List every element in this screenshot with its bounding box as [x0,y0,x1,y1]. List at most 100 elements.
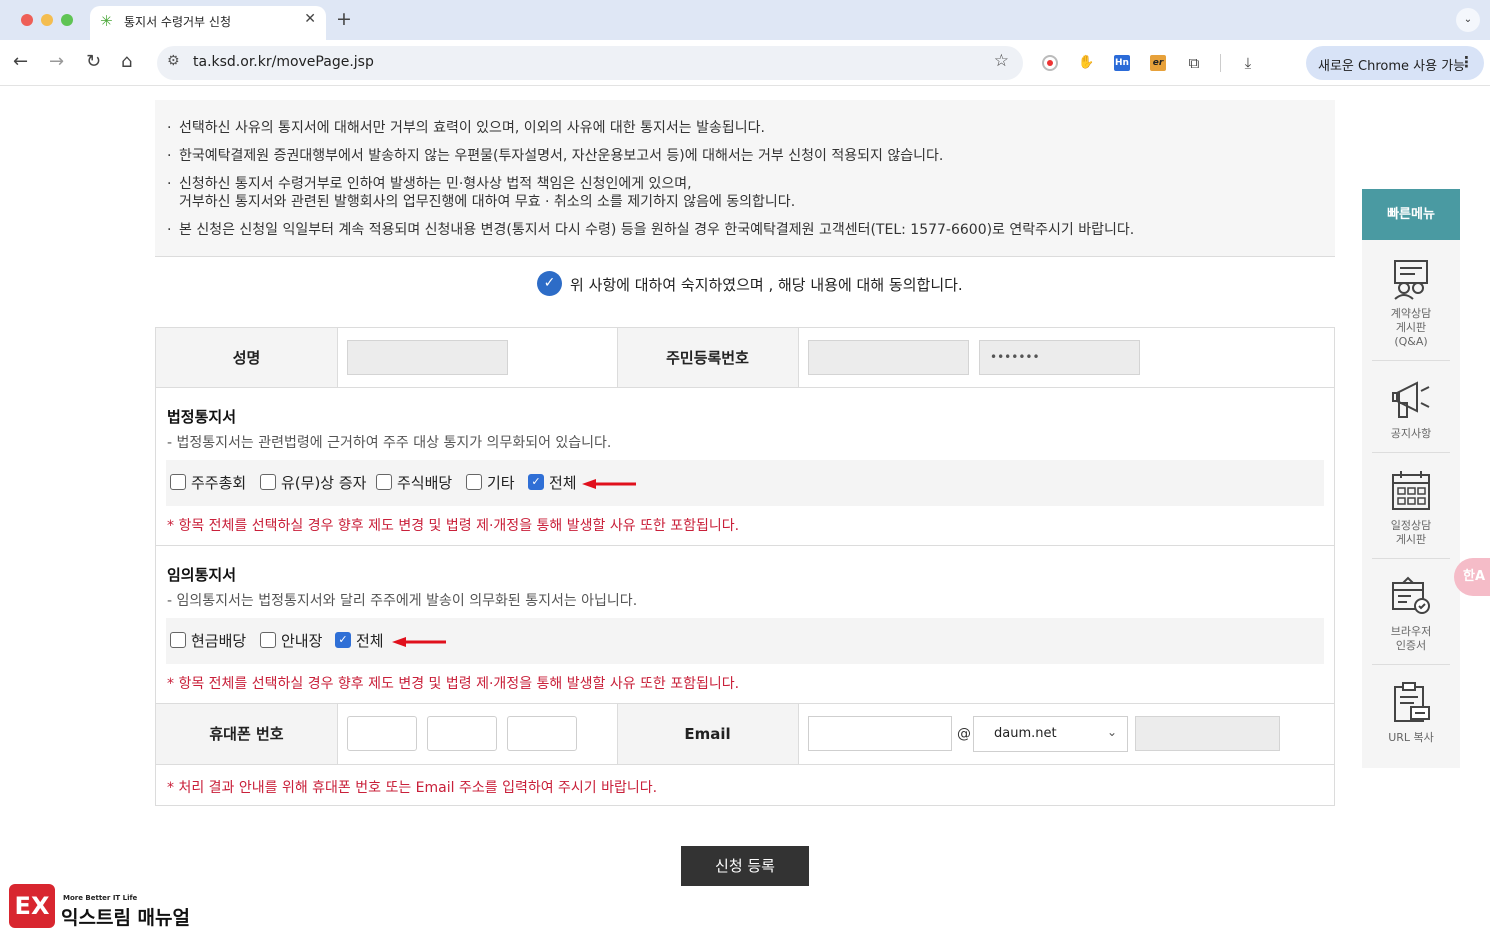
legal-option-shareholder-meeting[interactable]: 주주총회 [170,472,246,492]
minimize-window-button[interactable] [41,14,53,26]
legal-notice-title: 법정통지서 [167,408,237,426]
glove-extension-icon[interactable]: ✋ [1078,55,1094,71]
quick-item-url-copy[interactable]: URL 복사 [1372,681,1450,745]
email-domain-select[interactable]: daum.net ⌄ [973,716,1128,752]
red-arrow-icon [582,479,636,489]
record-extension-icon[interactable] [1042,55,1058,71]
quick-item-browser-certificate[interactable]: 브라우저 인증서 [1372,575,1450,653]
back-arrow-icon[interactable]: ← [13,52,28,72]
option-label: 전체 [356,631,384,650]
browser-tab-active[interactable]: ✳ 통지서 수령거부 신청 ✕ [90,6,326,40]
divider [156,387,1334,388]
more-menu-icon[interactable]: ⋮ [1459,53,1474,71]
option-label: 현금배당 [191,631,247,650]
address-url[interactable]: ta.ksd.or.kr/movePage.jsp [193,54,374,70]
quick-item-notice[interactable]: 공지사항 [1372,377,1450,441]
rrn-back-field[interactable]: ••••••• [979,340,1140,375]
quick-item-label: 공지사항 [1390,427,1432,440]
voluntary-warning: * 항목 전체를 선택하실 경우 향후 제도 변경 및 법령 제·개정을 통해 … [167,676,740,692]
checkbox[interactable] [260,474,276,490]
name-field[interactable] [347,340,508,375]
email-at-sign: @ [957,726,971,742]
forward-arrow-icon[interactable]: → [49,52,64,72]
favicon-icon: ✳ [100,12,113,30]
legal-warning: * 항목 전체를 선택하실 경우 향후 제도 변경 및 법령 제·개정을 통해 … [167,518,740,534]
divider [617,328,618,388]
legal-option-all[interactable]: ✓ 전체 [528,472,577,492]
divider [617,704,618,764]
checkbox[interactable] [170,632,186,648]
legal-option-capital-increase[interactable]: 유(무)상 증자 [260,472,366,492]
quick-menu-title: 빠른메뉴 [1362,189,1460,240]
phone-prefix-input[interactable] [347,716,417,751]
legal-option-stock-dividend[interactable]: 주식배당 [376,472,452,492]
toolbar-divider [1220,54,1221,72]
hn-extension-icon[interactable]: Hn [1114,55,1130,71]
translate-button[interactable]: 한A [1454,558,1490,596]
chevron-down-icon: ⌄ [1106,725,1117,739]
megaphone-icon [1392,381,1430,418]
quick-item-schedule-board[interactable]: 일정상담 게시판 [1372,469,1450,547]
phone-middle-input[interactable] [427,716,497,751]
checkbox[interactable] [260,632,276,648]
application-form: 성명 주민등록번호 ••••••• 법정통지서 - 법정통지서는 관련법령에 근… [155,327,1335,806]
phone-label: 휴대폰 번호 [156,704,337,764]
chrome-update-button[interactable]: 새로운 Chrome 사용 가능 ⋮ [1306,46,1484,80]
tab-search-chevron-icon[interactable]: ⌄ [1456,8,1480,32]
notice-item: · 선택하신 사유의 통지서에 대해서만 거부의 효력이 있으며, 이외의 사유… [167,119,765,137]
quick-item-consult-board[interactable]: 계약상담 게시판 (Q&A) [1372,257,1450,349]
email-domain-value: daum.net [994,726,1057,741]
voluntary-option-guide[interactable]: 안내장 [260,630,322,650]
extensions-puzzle-icon[interactable]: ⧉ [1186,55,1202,71]
name-label: 성명 [156,328,337,388]
voluntary-notice-desc: - 임의통지서는 법정통지서와 달리 주주에게 발송이 의무화된 통지서는 아닙… [167,593,638,609]
bookmark-star-icon[interactable]: ☆ [994,51,1009,71]
email-domain-custom-field[interactable] [1135,716,1280,751]
divider [1372,558,1450,559]
phone-last-input[interactable] [507,716,577,751]
site-info-icon[interactable]: ⚙ [167,53,180,69]
divider [156,764,1334,765]
er-extension-icon[interactable]: er [1150,55,1166,71]
address-bar[interactable]: ⚙ ta.ksd.or.kr/movePage.jsp ☆ [157,46,1023,80]
agree-check-icon[interactable]: ✓ [537,271,562,296]
voluntary-notice-title: 임의통지서 [167,566,237,584]
maximize-window-button[interactable] [61,14,73,26]
checkbox[interactable] [466,474,482,490]
checkbox[interactable] [376,474,392,490]
email-label: Email [617,704,798,764]
browser-toolbar: ← → ↻ ⌂ ⚙ ta.ksd.or.kr/movePage.jsp ☆ ✋ … [0,40,1490,86]
close-window-button[interactable] [21,14,33,26]
divider [798,704,799,764]
new-tab-button[interactable]: + [336,8,352,30]
tab-title: 통지서 수령거부 신청 [124,15,231,29]
checkbox-checked[interactable]: ✓ [335,632,351,648]
option-label: 기타 [487,473,515,492]
quick-item-label: 일정상담 게시판 [1390,519,1432,546]
agree-label: 위 사항에 대하여 숙지하였으며 , 해당 내용에 대해 동의합니다. [570,276,963,294]
logo-mark: EX [9,884,55,928]
calendar-icon [1392,471,1430,510]
notice-item: · 본 신청은 신청일 익일부터 계속 적용되며 신청내용 변경(통지서 다시 … [167,221,1134,239]
voluntary-option-cash-dividend[interactable]: 현금배당 [170,630,246,650]
legal-option-other[interactable]: 기타 [466,472,515,492]
reload-icon[interactable]: ↻ [86,52,101,72]
tab-close-icon[interactable]: ✕ [304,11,316,27]
notice-bullet: · [167,176,172,192]
certificate-icon [1392,576,1430,614]
notice-bullet: · [167,222,172,238]
download-icon[interactable]: ⤓ [1240,55,1256,71]
home-icon[interactable]: ⌂ [121,52,132,72]
submit-button[interactable]: 신청 등록 [681,846,809,886]
clipboard-icon [1394,682,1430,722]
voluntary-option-all[interactable]: ✓ 전체 [335,630,384,650]
divider [798,328,799,388]
logo-name: 익스트림 매뉴얼 [61,907,190,929]
email-id-input[interactable] [808,716,952,751]
checkbox[interactable] [170,474,186,490]
notice-box: · 선택하신 사유의 통지서에 대해서만 거부의 효력이 있으며, 이외의 사유… [155,100,1335,257]
rrn-front-field[interactable] [808,340,969,375]
checkbox-checked[interactable]: ✓ [528,474,544,490]
quick-item-label: 브라우저 인증서 [1390,625,1432,652]
notice-text: 신청하신 통지서 수령거부로 인하여 발생하는 민·형사상 법적 책임은 신청인… [179,176,796,210]
